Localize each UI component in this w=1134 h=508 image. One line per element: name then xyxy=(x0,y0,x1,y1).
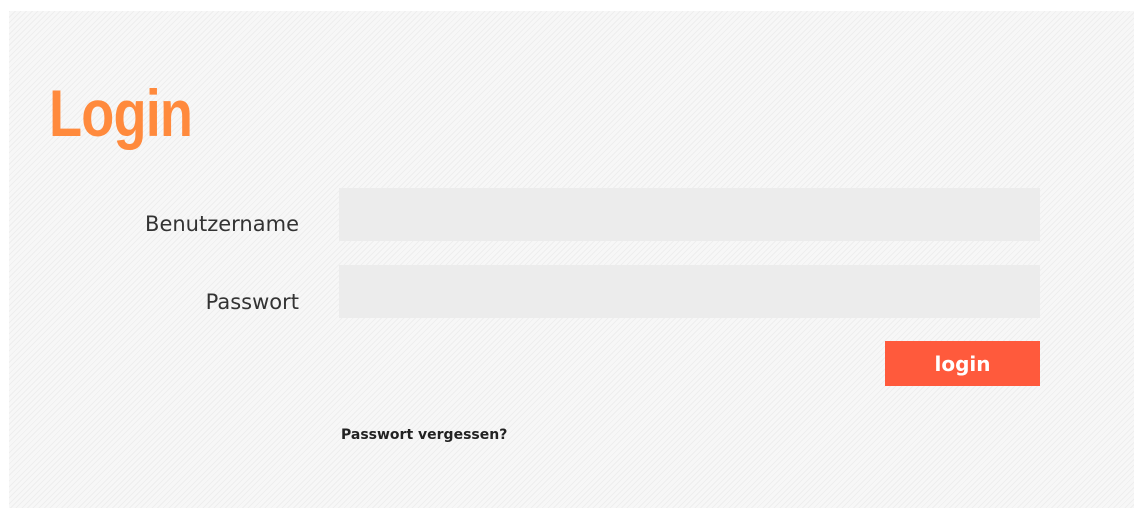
login-button[interactable]: login xyxy=(885,341,1040,386)
login-panel: Login Benutzername Passwort xyxy=(9,11,1134,508)
forgot-password-link[interactable]: Passwort vergessen? xyxy=(341,427,507,443)
username-label: Benutzername xyxy=(145,212,299,236)
page-title: Login xyxy=(49,76,193,150)
username-field[interactable] xyxy=(339,188,1040,241)
password-label: Passwort xyxy=(205,290,299,314)
password-field[interactable] xyxy=(339,265,1040,318)
